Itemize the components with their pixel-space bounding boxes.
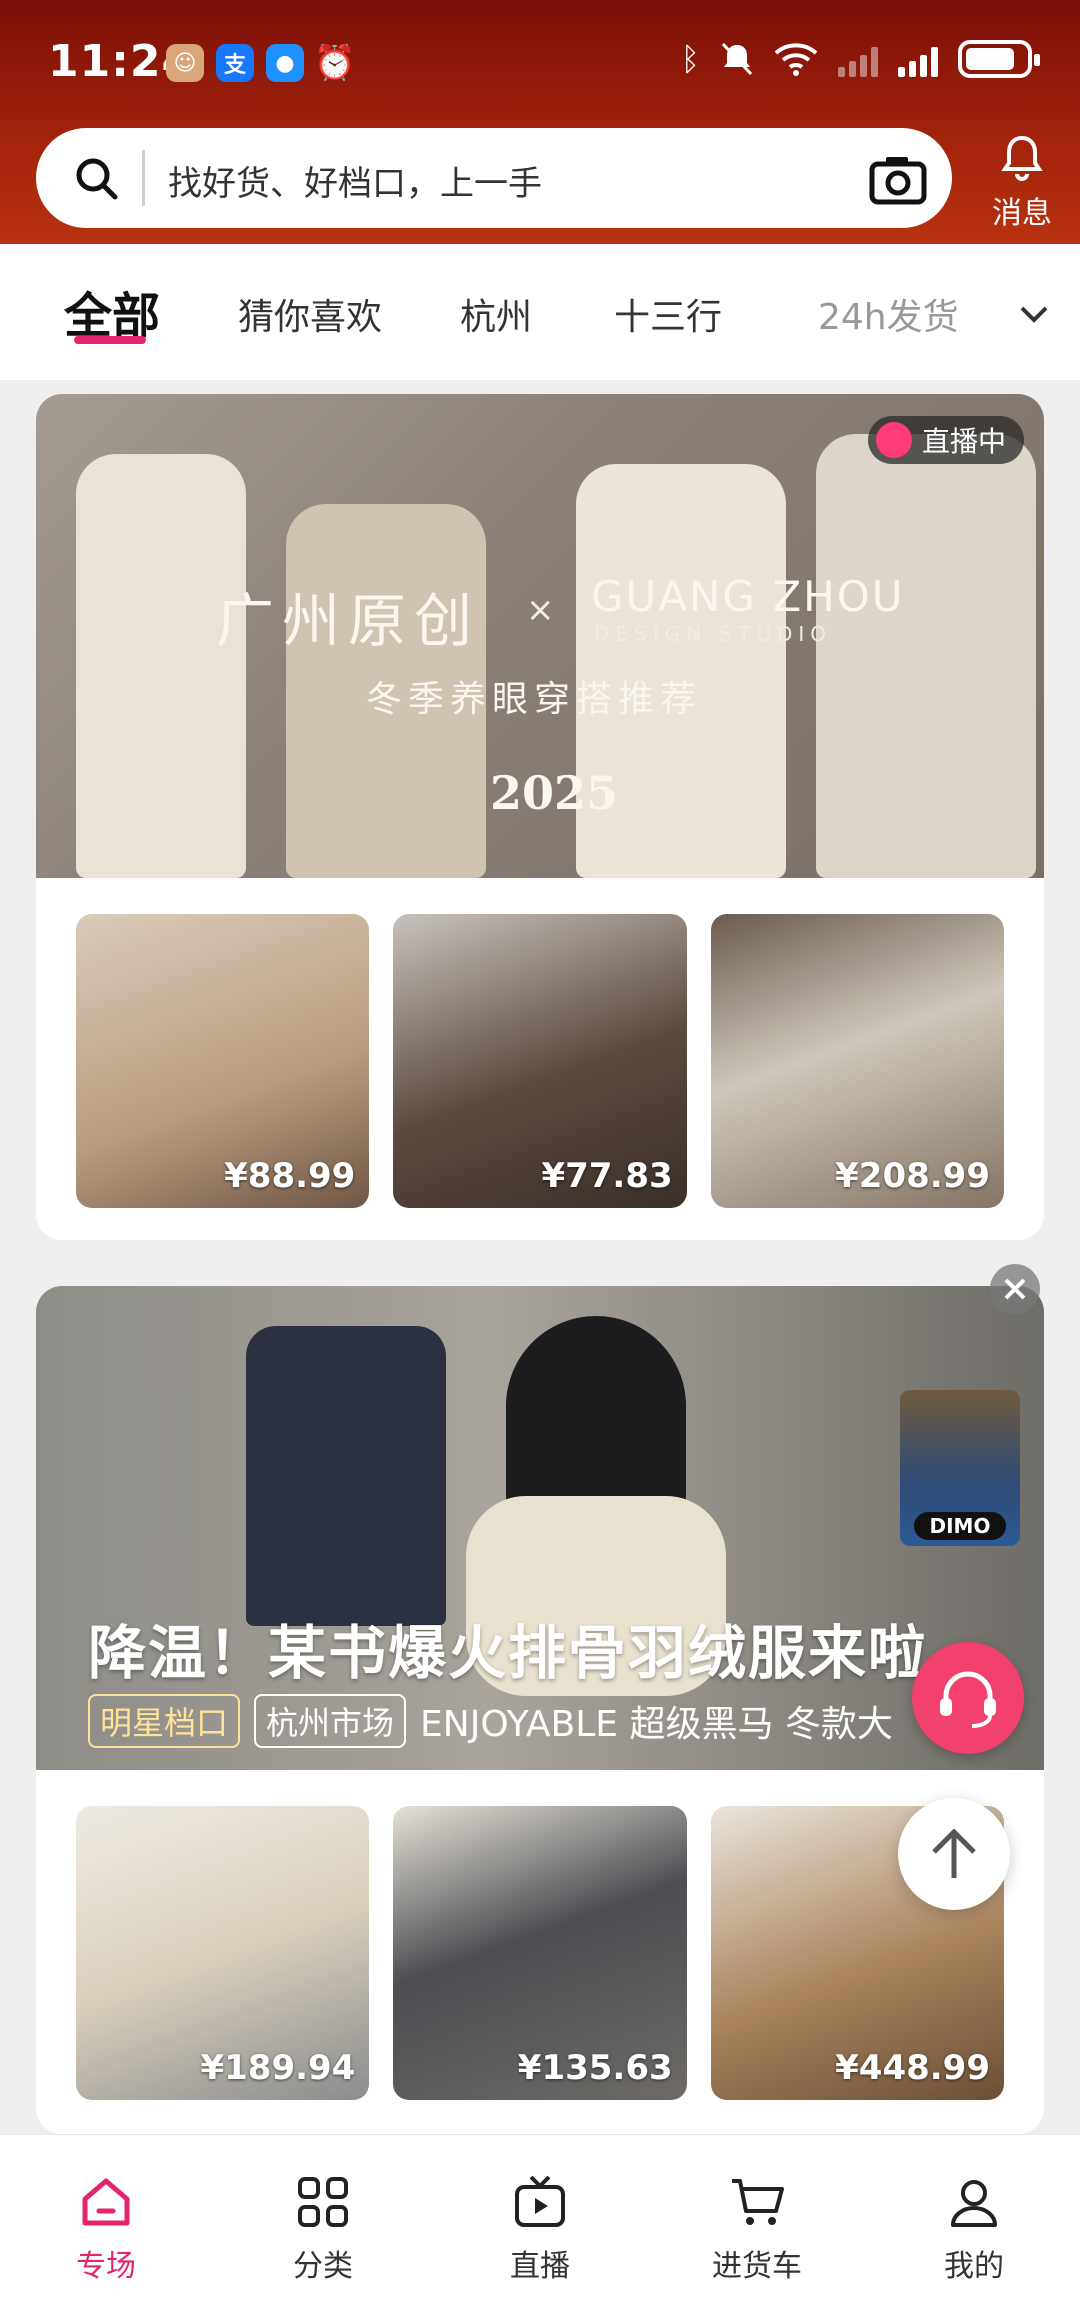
message-app-icon: ● <box>266 44 304 82</box>
back-to-top-button[interactable] <box>898 1798 1010 1910</box>
dimo-ad-thumbnail[interactable]: DIMO <box>900 1390 1020 1546</box>
category-tabs: 全部 猜你喜欢 杭州 十三行 24h发货 <box>0 244 1080 380</box>
nav-category[interactable]: 分类 <box>253 2173 393 2285</box>
banner-title: 广州原创 <box>216 587 481 655</box>
nav-label: 直播 <box>510 2249 570 2284</box>
live-icon <box>875 422 912 458</box>
alarm-icon: ⏰ <box>313 43 357 83</box>
banner-title-en: GUANG ZHOU <box>591 572 905 621</box>
banner-headline: 降温！某书爆火排骨羽绒服来啦 <box>88 1619 929 1687</box>
status-bar: 11:24 ☺ 支 ● ⏰ ᛒ <box>0 0 1080 120</box>
coat-image <box>816 434 1036 878</box>
promo-card-down-jacket: DIMO 降温！某书爆火排骨羽绒服来啦 明星档口 杭州市场 ENJOYABLE … <box>36 1286 1044 2134</box>
product-price: ¥88.99 <box>224 1156 356 1196</box>
close-icon <box>1004 1278 1026 1300</box>
grid-icon <box>298 2177 348 2227</box>
product-price: ¥448.99 <box>835 2048 990 2088</box>
battery-icon <box>958 40 1040 78</box>
promo-card-guangzhou: 直播中 广州原创 × GUANG ZHOU DESIGN STUDIO 冬季养眼… <box>36 394 1044 1240</box>
camera-icon[interactable] <box>868 152 928 208</box>
banner-tags: 明星档口 杭州市场 ENJOYABLE 超级黑马 冬款大 <box>88 1694 893 1748</box>
nav-label: 分类 <box>293 2249 353 2284</box>
live-badge: 直播中 <box>867 416 1024 464</box>
nav-label: 进货车 <box>712 2249 802 2284</box>
bottom-navigation: 专场 分类 直播 进货车 我的 <box>0 2134 1080 2324</box>
chevron-down-icon[interactable] <box>1014 294 1054 334</box>
banner-year: 2025 <box>490 766 619 820</box>
model-image <box>506 1316 686 1516</box>
banner-guangzhou[interactable]: 直播中 广州原创 × GUANG ZHOU DESIGN STUDIO 冬季养眼… <box>36 394 1044 878</box>
home-icon <box>82 2178 130 2226</box>
tv-icon <box>515 2175 565 2227</box>
product-row: ¥88.99 ¥77.83 ¥208.99 <box>36 878 1044 1240</box>
product-card[interactable]: ¥77.83 <box>393 914 687 1208</box>
user-icon <box>951 2180 997 2227</box>
product-card[interactable]: ¥88.99 <box>76 914 370 1208</box>
nav-label: 专场 <box>76 2249 136 2284</box>
cart-icon <box>732 2179 784 2225</box>
tab-24h-shipping[interactable]: 24h发货 <box>818 288 959 340</box>
bell-icon <box>1001 135 1043 181</box>
nav-special[interactable]: 专场 <box>36 2173 176 2285</box>
header-bar: 11:24 ☺ 支 ● ⏰ ᛒ 找好货、好档口，上一手 消息 <box>0 0 1080 244</box>
signal-sim2-icon <box>838 41 878 77</box>
avatar-notification-icon: ☺ <box>166 44 204 82</box>
product-card[interactable]: ¥189.94 <box>76 1806 370 2100</box>
arrow-up-icon <box>932 1828 976 1878</box>
banner-title-x: × <box>526 590 555 630</box>
banner-down-jacket[interactable]: DIMO 降温！某书爆火排骨羽绒服来啦 明星档口 杭州市场 ENJOYABLE … <box>36 1286 1044 1770</box>
search-icon <box>76 158 118 200</box>
search-placeholder: 找好货、好档口，上一手 <box>168 164 542 204</box>
banner-extra-text: ENJOYABLE 超级黑马 冬款大 <box>420 1704 893 1745</box>
nav-label: 我的 <box>944 2249 1004 2284</box>
tag-hangzhou-market: 杭州市场 <box>254 1694 407 1748</box>
nav-live[interactable]: 直播 <box>470 2173 610 2285</box>
dimo-label: DIMO <box>914 1512 1006 1540</box>
coat-image <box>76 454 246 878</box>
tab-guess-you-like[interactable]: 猜你喜欢 <box>238 288 382 340</box>
jacket-image <box>246 1326 446 1626</box>
headset-icon <box>940 1671 996 1728</box>
status-notification-icons: ☺ 支 ● ⏰ <box>166 43 357 83</box>
bluetooth-icon: ᛒ <box>680 40 700 78</box>
status-system-icons: ᛒ <box>680 40 1040 78</box>
nav-mine[interactable]: 我的 <box>904 2173 1044 2285</box>
signal-sim1-icon <box>898 41 938 77</box>
search-input[interactable]: 找好货、好档口，上一手 <box>36 128 952 228</box>
wifi-icon <box>774 43 818 76</box>
tag-star-stall: 明星档口 <box>88 1694 241 1748</box>
product-price: ¥77.83 <box>541 1156 673 1196</box>
product-price: ¥135.63 <box>517 2048 673 2088</box>
messages-button[interactable]: 消息 <box>984 132 1060 232</box>
tab-hangzhou[interactable]: 杭州 <box>460 288 532 340</box>
tab-shisanhang[interactable]: 十三行 <box>614 288 722 340</box>
product-price: ¥208.99 <box>835 1156 990 1196</box>
customer-service-button[interactable] <box>912 1642 1024 1754</box>
product-card[interactable]: ¥135.63 <box>393 1806 687 2100</box>
product-price: ¥189.94 <box>200 2048 356 2088</box>
nav-cart[interactable]: 进货车 <box>687 2173 827 2285</box>
messages-label: 消息 <box>992 196 1052 231</box>
active-tab-indicator <box>74 336 146 344</box>
product-row: ¥189.94 ¥135.63 ¥448.99 <box>36 1770 1044 2134</box>
mute-icon <box>721 42 753 76</box>
close-ad-button[interactable] <box>990 1264 1040 1314</box>
search-divider <box>142 150 145 206</box>
alipay-icon: 支 <box>216 44 254 82</box>
product-card[interactable]: ¥208.99 <box>710 914 1004 1208</box>
banner-title-en-sub: DESIGN STUDIO <box>594 622 833 646</box>
banner-subtitle: 冬季养眼穿搭推荐 <box>366 679 703 720</box>
